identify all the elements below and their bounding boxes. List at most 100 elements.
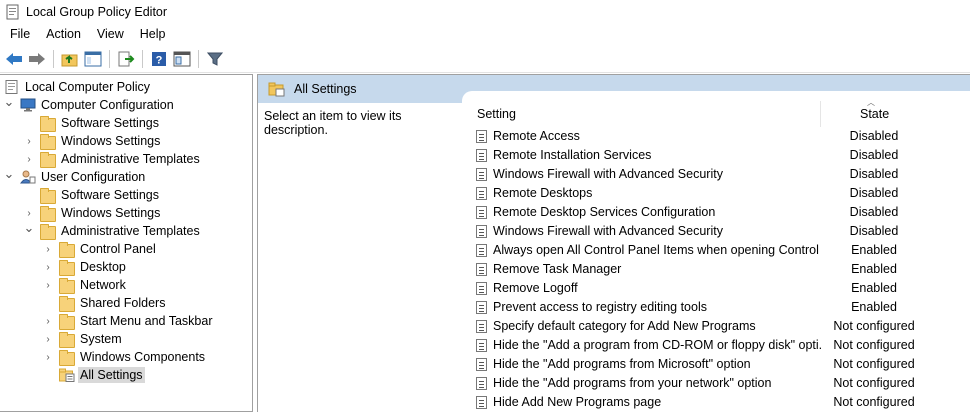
tree-item[interactable]: › Start Menu and Taskbar bbox=[43, 312, 212, 330]
policy-name: Hide Add New Programs page bbox=[493, 395, 662, 409]
policy-row[interactable]: Remove Task Manager Enabled bbox=[462, 260, 970, 279]
window-title: Local Group Policy Editor bbox=[26, 5, 168, 19]
policy-name: Windows Firewall with Advanced Security bbox=[493, 224, 723, 238]
menu-bar: File Action View Help bbox=[0, 24, 970, 44]
policy-setting-icon bbox=[476, 396, 487, 409]
tree-item[interactable]: › Windows Components bbox=[43, 348, 205, 366]
menu-file[interactable]: File bbox=[0, 24, 38, 44]
policy-setting-icon bbox=[476, 263, 487, 276]
tree-item[interactable]: › Windows Settings bbox=[24, 204, 160, 222]
show-hide-tree-icon[interactable] bbox=[83, 49, 103, 69]
tree-item[interactable]: › Desktop bbox=[43, 258, 126, 276]
policy-state: Enabled bbox=[851, 281, 897, 295]
policy-row[interactable]: Hide the "Add programs from Microsoft" o… bbox=[462, 355, 970, 374]
tree-item[interactable]: ›Software Settings bbox=[24, 186, 159, 204]
tree-item[interactable]: ›Software Settings bbox=[24, 114, 159, 132]
policy-name: Remote Installation Services bbox=[493, 148, 652, 162]
policy-row[interactable]: Remote Access Disabled bbox=[462, 127, 970, 146]
policy-icon bbox=[4, 80, 20, 94]
chevron-down-icon[interactable]: ⌄ bbox=[4, 93, 15, 111]
policy-row[interactable]: Prevent access to registry editing tools… bbox=[462, 298, 970, 317]
chevron-down-icon[interactable]: ⌄ bbox=[24, 219, 35, 237]
toolbar-separator bbox=[109, 49, 110, 68]
computer-icon bbox=[20, 98, 36, 112]
column-header-setting[interactable]: Setting bbox=[477, 107, 516, 121]
menu-help[interactable]: Help bbox=[132, 24, 174, 44]
back-arrow-icon[interactable] bbox=[4, 49, 24, 69]
menu-view[interactable]: View bbox=[89, 24, 132, 44]
tree-item-label: Desktop bbox=[80, 260, 126, 274]
tree-item-label: Network bbox=[80, 278, 126, 292]
menu-action[interactable]: Action bbox=[38, 24, 89, 44]
policy-name: Hide the "Add programs from your network… bbox=[493, 376, 772, 390]
folder-icon bbox=[59, 259, 75, 276]
tree-item-label: Windows Settings bbox=[61, 206, 161, 220]
policy-state: Not configured bbox=[833, 357, 915, 371]
user-icon bbox=[20, 170, 36, 184]
policy-state: Disabled bbox=[849, 205, 899, 219]
settings-list[interactable]: Setting ︿ State Remote Access Disabled Rem… bbox=[462, 91, 970, 412]
export-list-icon[interactable] bbox=[116, 49, 136, 69]
tree-item[interactable]: › Administrative Templates bbox=[24, 150, 200, 168]
tree-item[interactable]: ⌄ Computer Configuration bbox=[4, 93, 174, 114]
policy-name: Remote Desktop Services Configuration bbox=[493, 205, 716, 219]
policy-name: Remote Access bbox=[493, 129, 580, 143]
policy-row[interactable]: Remote Desktop Services Configuration Dis… bbox=[462, 203, 970, 222]
folder-icon bbox=[40, 133, 56, 150]
folder-icon bbox=[40, 187, 56, 204]
policy-state: Not configured bbox=[833, 319, 915, 333]
column-header-state[interactable]: State bbox=[860, 107, 889, 121]
details-pane: All Settings Select an item to view its … bbox=[257, 74, 970, 412]
up-folder-icon[interactable] bbox=[60, 49, 80, 69]
tree-item-label: System bbox=[80, 332, 122, 346]
chevron-right-icon[interactable]: › bbox=[24, 150, 34, 168]
settings-folder-icon bbox=[59, 368, 75, 382]
policy-row[interactable]: Hide the "Add programs from your network… bbox=[462, 374, 970, 393]
tree-item[interactable]: ›All Settings bbox=[43, 366, 145, 384]
tree-item[interactable]: ›Shared Folders bbox=[43, 294, 165, 312]
policy-row[interactable]: Specify default category for Add New Pro… bbox=[462, 317, 970, 336]
chevron-right-icon[interactable]: › bbox=[43, 258, 53, 276]
toolbar-separator bbox=[198, 49, 199, 68]
chevron-down-icon[interactable]: ⌄ bbox=[4, 165, 15, 183]
policy-row[interactable]: Windows Firewall with Advanced Security D… bbox=[462, 165, 970, 184]
policy-setting-icon bbox=[476, 301, 487, 314]
tree-item[interactable]: › Control Panel bbox=[43, 240, 156, 258]
console-tree[interactable]: ›Local Computer Policy⌄Computer Configur… bbox=[0, 74, 253, 412]
policy-state: Enabled bbox=[851, 262, 897, 276]
folder-icon bbox=[59, 295, 75, 312]
policy-row[interactable]: Windows Firewall with Advanced Security D… bbox=[462, 222, 970, 241]
policy-row[interactable]: Hide the "Add a program from CD-ROM or f… bbox=[462, 336, 970, 355]
folder-icon bbox=[59, 313, 75, 330]
tree-item[interactable]: ⌄ User Configuration bbox=[4, 165, 146, 186]
folder-icon bbox=[59, 277, 75, 294]
policy-name: Hide the "Add a program from CD-ROM or f… bbox=[493, 338, 821, 352]
chevron-right-icon[interactable]: › bbox=[43, 312, 53, 330]
properties-icon[interactable] bbox=[172, 49, 192, 69]
policy-row[interactable]: Remote Installation Services Disabled bbox=[462, 146, 970, 165]
tree-item-label: Local Computer Policy bbox=[25, 80, 151, 94]
help-icon[interactable]: ? bbox=[149, 49, 169, 69]
policy-row[interactable]: Remote Desktops Disabled bbox=[462, 184, 970, 203]
tree-item[interactable]: › Windows Settings bbox=[24, 132, 160, 150]
folder-icon bbox=[40, 115, 56, 132]
policy-state: Not configured bbox=[833, 395, 915, 409]
tree-item-label: Administrative Templates bbox=[61, 224, 200, 238]
title-bar: Local Group Policy Editor bbox=[0, 0, 970, 24]
chevron-right-icon[interactable]: › bbox=[43, 330, 53, 348]
policy-setting-icon bbox=[476, 282, 487, 295]
column-divider[interactable] bbox=[820, 101, 821, 127]
filter-icon[interactable] bbox=[205, 49, 225, 69]
policy-row[interactable]: Always open All Control Panel Items when… bbox=[462, 241, 970, 260]
chevron-right-icon[interactable]: › bbox=[43, 348, 53, 366]
tree-item[interactable]: › Network bbox=[43, 276, 126, 294]
forward-arrow-icon[interactable] bbox=[27, 49, 47, 69]
policy-row[interactable]: Hide Add New Programs page Not configured bbox=[462, 393, 970, 412]
chevron-right-icon[interactable]: › bbox=[43, 276, 53, 294]
policy-row[interactable]: Remove Logoff Enabled bbox=[462, 279, 970, 298]
tree-item[interactable]: › System bbox=[43, 330, 122, 348]
tree-item[interactable]: ›Local Computer Policy bbox=[4, 78, 150, 96]
chevron-right-icon[interactable]: › bbox=[43, 240, 53, 258]
tree-item[interactable]: ⌄ Administrative Templates bbox=[24, 219, 200, 240]
chevron-right-icon[interactable]: › bbox=[24, 132, 34, 150]
